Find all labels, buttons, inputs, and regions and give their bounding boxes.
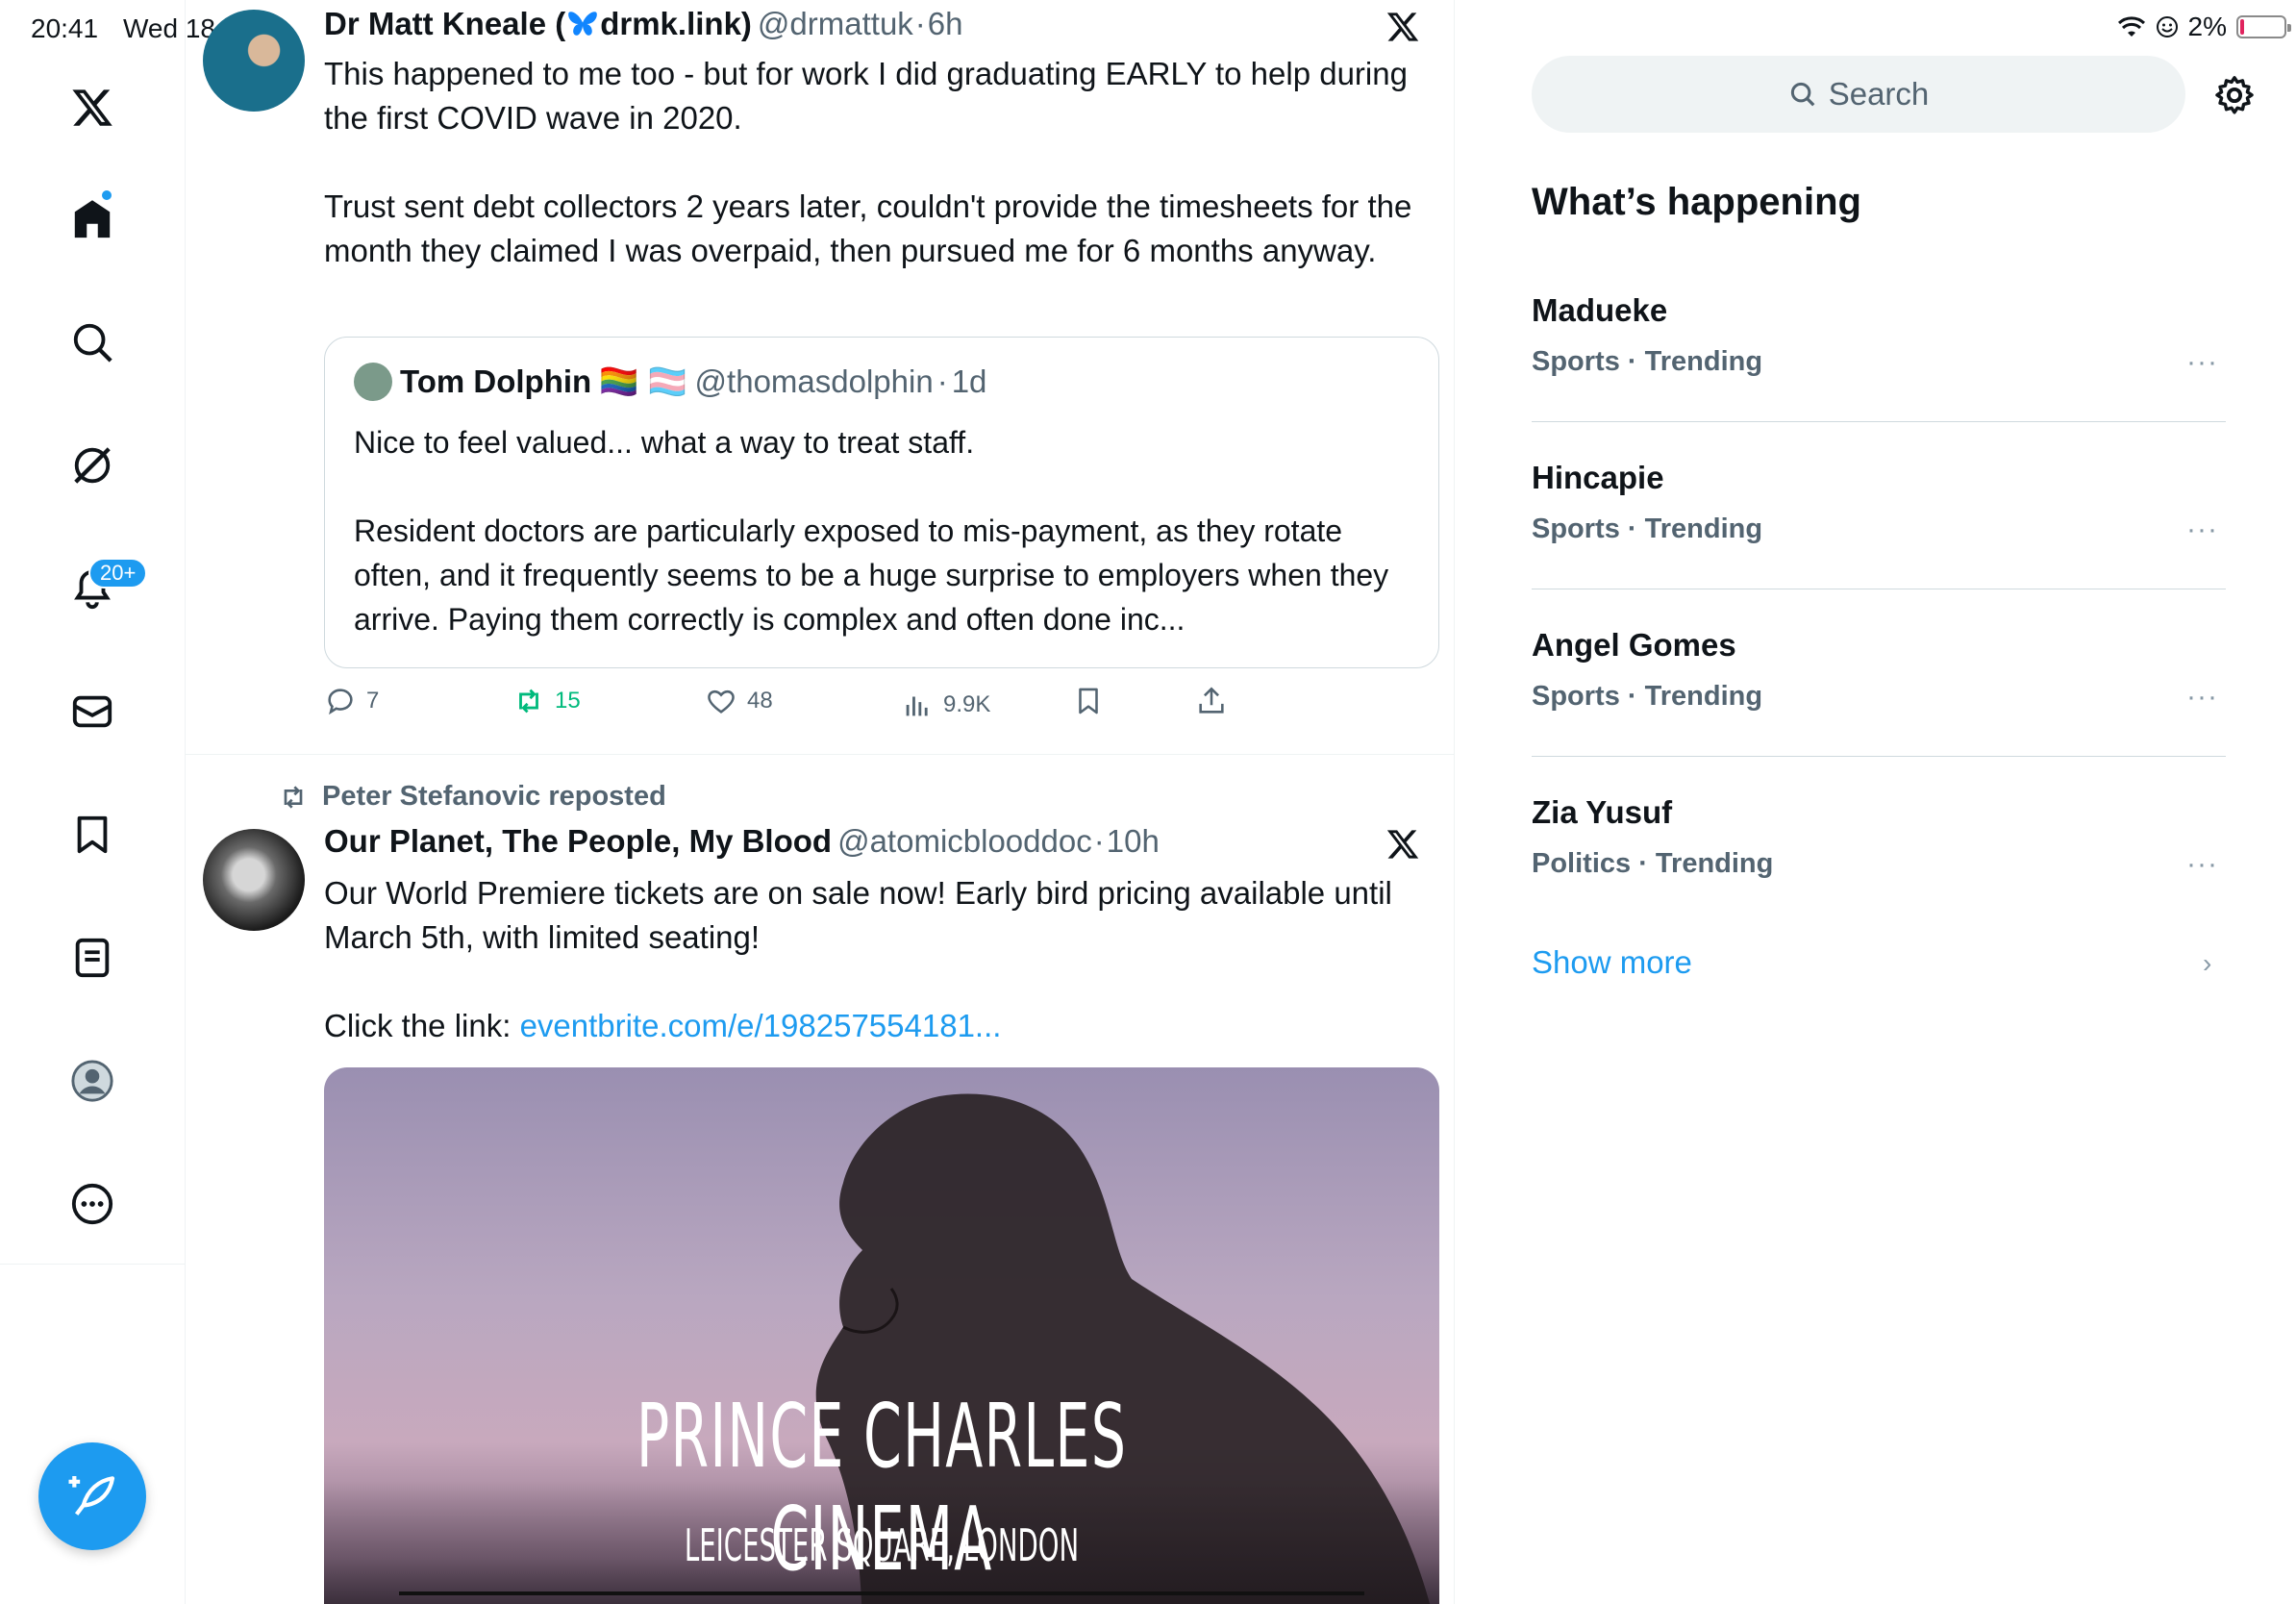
bookmark-icon — [1079, 688, 1098, 714]
heart-icon — [708, 689, 735, 714]
home-icon[interactable] — [63, 190, 121, 248]
timeline-feed: Dr Matt Kneale ( drmk.link) @drmattuk · … — [186, 0, 1455, 1604]
envelope-icon[interactable] — [63, 683, 121, 740]
compose-feather-icon — [68, 1476, 115, 1516]
tweet-link[interactable]: eventbrite.com/e/198257554181... — [520, 1008, 1002, 1043]
reply-button[interactable]: 7 — [324, 685, 379, 717]
search-icon[interactable] — [63, 313, 121, 371]
show-more-link[interactable]: Show more — [1532, 944, 1692, 981]
x-brand-icon — [1386, 830, 1419, 859]
trend-more-icon[interactable]: ··· — [2186, 848, 2218, 881]
quote-avatar — [354, 363, 392, 401]
quote-author-line: Tom Dolphin 🏳️‍🌈 🏳️‍⚧️ @thomasdolphin · … — [354, 363, 986, 401]
tweet-time[interactable]: 10h — [1107, 823, 1160, 860]
tweet-author-line: Our Planet, The People, My Blood @atomic… — [324, 823, 1160, 860]
trend-meta: Politics · Trending — [1532, 848, 1774, 879]
repost-count: 15 — [555, 688, 581, 714]
tweet-media-image[interactable]: PRINCE CHARLES CINEMA LEICESTER SQUARE, … — [324, 1067, 1439, 1604]
trend-name: Madueke — [1532, 292, 1668, 328]
trend-item[interactable]: Zia Yusuf Politics · Trending ··· — [1532, 794, 2226, 962]
trend-name: Hincapie — [1532, 460, 1664, 495]
gear-icon[interactable] — [2212, 73, 2257, 117]
x-logo-icon[interactable] — [63, 79, 121, 137]
repost-context: Peter Stefanovic reposted — [278, 781, 666, 813]
poster-subtitle: LEICESTER SQUARE, LONDON — [684, 1519, 1080, 1571]
compose-button[interactable] — [38, 1442, 146, 1550]
view-count: 9.9K — [943, 691, 991, 717]
more-circle-icon[interactable] — [63, 1175, 121, 1233]
share-button[interactable] — [1195, 685, 1228, 717]
author-handle[interactable]: @atomicblooddoc — [837, 823, 1092, 860]
repost-icon — [519, 689, 538, 714]
like-button[interactable]: 48 — [705, 685, 773, 717]
tweet-text: Our World Premiere tickets are on sale n… — [324, 871, 1430, 1048]
trend-item[interactable]: Angel Gomes Sports · Trending ··· — [1532, 627, 2226, 794]
notification-badge: 20+ — [88, 558, 148, 589]
repost-button[interactable]: 15 — [512, 685, 581, 717]
nav-divider — [0, 1264, 186, 1265]
quote-author-name: Tom Dolphin — [400, 363, 592, 399]
quote-flags: 🏳️‍🌈 🏳️‍⚧️ — [599, 363, 687, 399]
tweet-text: This happened to me too - but for work I… — [324, 56, 1412, 268]
separator-dot: · — [914, 6, 926, 41]
author-name[interactable]: Our Planet, The People, My Blood — [324, 823, 832, 860]
search-placeholder: Search — [1828, 76, 1930, 112]
repost-label[interactable]: Peter Stefanovic reposted — [322, 781, 666, 813]
trend-more-icon[interactable]: ··· — [2186, 346, 2218, 379]
quoted-tweet[interactable]: Tom Dolphin 🏳️‍🌈 🏳️‍⚧️ @thomasdolphin · … — [324, 337, 1439, 668]
reply-icon — [328, 689, 353, 715]
tweet-divider — [186, 754, 1454, 755]
trend-more-icon[interactable]: ··· — [2186, 514, 2218, 546]
trend-item[interactable]: Hincapie Sports · Trending ··· — [1532, 460, 2226, 627]
x-brand-icon — [1386, 13, 1419, 41]
author-avatar[interactable] — [203, 829, 305, 931]
home-unread-dot — [100, 188, 113, 202]
quote-author-handle: @thomasdolphin — [694, 363, 934, 399]
separator-dot: · — [1093, 823, 1105, 859]
tweet-author-line: Dr Matt Kneale ( drmk.link) @drmattuk · … — [324, 6, 963, 42]
list-icon[interactable] — [63, 929, 121, 987]
trend-meta: Sports · Trending — [1532, 681, 1763, 712]
trend-name: Zia Yusuf — [1532, 794, 1673, 830]
share-icon — [1199, 687, 1224, 714]
trend-more-icon[interactable]: ··· — [2186, 681, 2218, 714]
trend-divider — [1532, 756, 2226, 757]
views-button[interactable]: 9.9K — [901, 689, 990, 721]
reply-count: 7 — [366, 688, 380, 714]
tweet-time[interactable]: 6h — [928, 6, 963, 42]
views-icon — [906, 696, 928, 716]
poster-bar — [399, 1591, 1364, 1595]
like-count: 48 — [747, 688, 773, 714]
author-name[interactable]: Dr Matt Kneale ( — [324, 6, 565, 42]
trend-meta: Sports · Trending — [1532, 514, 1763, 544]
trend-divider — [1532, 421, 2226, 422]
separator-dot: · — [936, 363, 948, 399]
bookmark-button[interactable] — [1072, 685, 1105, 717]
right-sidebar: Search What’s happening Madueke Sports ·… — [1455, 0, 2296, 1604]
avatar-icon[interactable] — [63, 1052, 121, 1110]
quote-time: 1d — [951, 363, 987, 399]
trend-item[interactable]: Madueke Sports · Trending ··· — [1532, 292, 2226, 460]
trend-meta: Sports · Trending — [1532, 346, 1763, 377]
butterfly-icon — [568, 12, 598, 36]
author-avatar[interactable] — [203, 10, 305, 112]
grok-icon[interactable] — [63, 437, 121, 494]
chevron-right-icon[interactable]: › — [2203, 948, 2211, 979]
bookmark-icon[interactable] — [63, 806, 121, 864]
author-name-suffix[interactable]: drmk.link) — [600, 6, 752, 42]
search-input[interactable]: Search — [1532, 56, 2185, 133]
left-nav: 20+ — [0, 0, 186, 1604]
quote-text: Nice to feel valued... what a way to tre… — [354, 425, 1389, 637]
author-handle[interactable]: @drmattuk — [758, 6, 913, 42]
repost-icon — [284, 785, 303, 809]
search-icon — [1790, 82, 1815, 107]
whats-happening-title: What’s happening — [1532, 181, 1861, 223]
tweet-actions: 7 15 48 9.9K — [324, 685, 1285, 727]
trend-name: Angel Gomes — [1532, 627, 1736, 663]
